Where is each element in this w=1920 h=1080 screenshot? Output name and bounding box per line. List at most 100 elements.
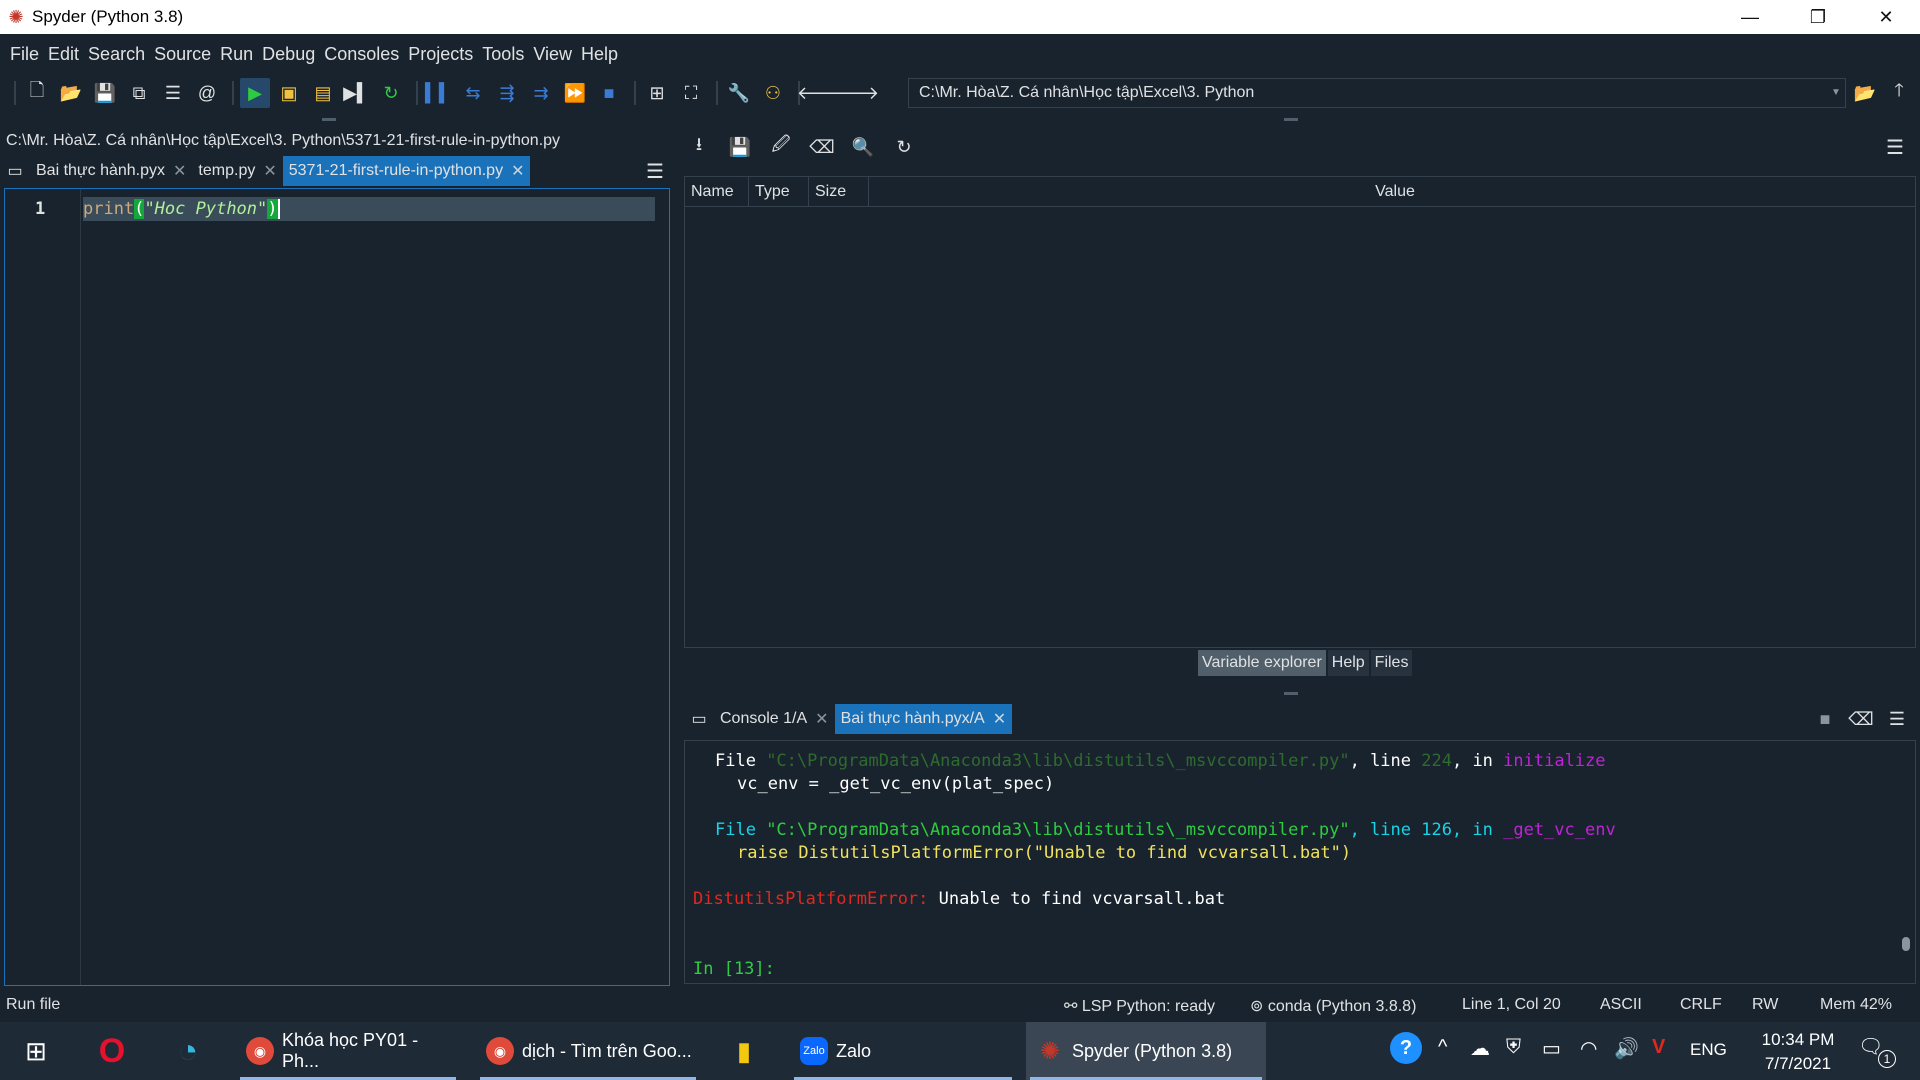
working-directory-input[interactable]: C:\Mr. Hòa\Z. Cá nhân\Học tập\Excel\3. P… (908, 78, 1846, 108)
unikey-icon[interactable]: V (1652, 1036, 1665, 1059)
chrome-icon: ◉ (246, 1037, 274, 1065)
close-icon[interactable]: ✕ (993, 709, 1006, 729)
column-name[interactable]: Name (685, 177, 749, 207)
battery-icon[interactable]: ▭ (1542, 1036, 1561, 1061)
open-file-icon[interactable]: 📂 (56, 78, 86, 108)
python-path-icon[interactable]: ⚇ (758, 78, 788, 108)
run-cell-icon[interactable]: ▣ (274, 78, 304, 108)
edge-icon[interactable]: ◔ (162, 1028, 214, 1074)
ipython-console[interactable]: File "C:\ProgramData\Anaconda3\lib\distu… (684, 740, 1916, 984)
opera-icon[interactable]: O (86, 1028, 138, 1074)
debug-step-into-icon[interactable]: ⇶ (492, 78, 522, 108)
debug-continue-icon[interactable]: ⏩ (560, 78, 590, 108)
minimize-button[interactable]: — (1716, 0, 1784, 34)
tab-temp[interactable]: temp.py ✕ (192, 156, 283, 186)
variable-explorer-options-icon[interactable]: ☰ (1880, 132, 1910, 162)
menu-view[interactable]: View (529, 44, 576, 65)
console-line: vc_env = _get_vc_env(plat_spec) (737, 774, 1055, 794)
menu-edit[interactable]: Edit (44, 44, 83, 65)
run-icon[interactable]: ▶ (240, 78, 270, 108)
tab-variable-explorer[interactable]: Variable explorer (1198, 650, 1326, 676)
power-bi-icon[interactable]: ▮ (718, 1028, 770, 1074)
tab-console-1a[interactable]: Console 1/A ✕ (714, 704, 835, 734)
debug-step-return-icon[interactable]: ⇉ (526, 78, 556, 108)
maximize-pane-icon[interactable]: ⊞ (642, 78, 672, 108)
menu-consoles[interactable]: Consoles (320, 44, 403, 65)
tab-console-bai-thuc-hanh[interactable]: Bai thực hành.pyx/A ✕ (834, 704, 1013, 734)
save-all-icon[interactable]: ⧉ (124, 78, 154, 108)
splitter-handle[interactable] (1284, 118, 1298, 121)
volume-icon[interactable]: 🔊 (1614, 1036, 1639, 1061)
stop-kernel-icon[interactable]: ■ (1810, 704, 1840, 734)
debug-stop-icon[interactable]: ■ (594, 78, 624, 108)
close-icon[interactable]: ✕ (511, 161, 524, 181)
run-selection-icon[interactable]: ▶▍ (342, 78, 372, 108)
column-size[interactable]: Size (809, 177, 869, 207)
tab-bai-thuc-hanh[interactable]: Bai thực hành.pyx ✕ (30, 156, 193, 186)
column-value[interactable]: Value (869, 177, 1915, 207)
code-editor[interactable]: 1 print("Hoc Python") (4, 188, 670, 986)
new-file-icon[interactable]: 🗋 (22, 78, 52, 108)
editor-options-menu-icon[interactable]: ☰ (640, 156, 670, 186)
wifi-icon[interactable]: ◠ (1580, 1036, 1597, 1061)
browse-folder-icon[interactable]: 📂 (1850, 78, 1880, 108)
search-icon[interactable]: 🔍 (848, 132, 878, 162)
run-cell-advance-icon[interactable]: ▤ (308, 78, 338, 108)
chevron-up-icon[interactable]: ^ (1438, 1036, 1447, 1059)
import-data-icon[interactable]: ⭳ (684, 132, 714, 162)
menu-search[interactable]: Search (84, 44, 149, 65)
parent-directory-icon[interactable]: 🡑 (1884, 78, 1914, 108)
save-data-icon[interactable]: 💾 (725, 132, 755, 162)
rerun-icon[interactable]: ↻ (376, 78, 406, 108)
fullscreen-icon[interactable]: ⛶ (676, 78, 706, 108)
menu-debug[interactable]: Debug (258, 44, 319, 65)
debug-step-icon[interactable]: ⇆ (458, 78, 488, 108)
save-icon[interactable]: 💾 (90, 78, 120, 108)
menu-projects[interactable]: Projects (404, 44, 477, 65)
help-icon[interactable]: ? (1390, 1032, 1422, 1064)
system-clock[interactable]: 10:34 PM 7/7/2021 (1748, 1028, 1848, 1076)
security-icon[interactable]: ⛨ (1506, 1036, 1521, 1059)
taskbar-app-chrome-course[interactable]: ◉ Khóa học PY01 - Ph... (236, 1022, 460, 1080)
taskbar-app-zalo[interactable]: Zalo Zalo (790, 1022, 1016, 1080)
console-options-icon[interactable]: ☰ (1882, 704, 1912, 734)
menu-source[interactable]: Source (150, 44, 215, 65)
clear-console-icon[interactable]: ⌫ (1846, 704, 1876, 734)
forward-arrow-icon[interactable]: 🡒 (831, 78, 879, 108)
tab-help[interactable]: Help (1327, 650, 1369, 676)
console-scrollbar[interactable] (1901, 747, 1911, 979)
save-data-as-icon[interactable]: 🖉 (766, 132, 796, 162)
refresh-icon[interactable]: ↻ (889, 132, 919, 162)
column-type[interactable]: Type (749, 177, 809, 207)
variable-table[interactable]: Name Type Size Value (684, 176, 1916, 648)
close-icon[interactable]: ✕ (263, 161, 276, 181)
close-icon[interactable]: ✕ (815, 709, 828, 729)
chevron-down-icon[interactable]: ▼ (1826, 78, 1846, 108)
menu-help[interactable]: Help (577, 44, 622, 65)
close-icon[interactable]: ✕ (173, 161, 186, 181)
preferences-wrench-icon[interactable]: 🔧 (724, 78, 754, 108)
debug-icon[interactable]: ▍▍ (424, 78, 454, 108)
splitter-handle[interactable] (322, 118, 336, 121)
menu-file[interactable]: File (6, 44, 43, 65)
browse-tabs-icon[interactable]: ▭ (0, 156, 30, 186)
at-icon[interactable]: @ (192, 78, 222, 108)
splitter-handle[interactable] (1284, 692, 1298, 695)
browse-tabs-icon[interactable]: ▭ (684, 704, 714, 734)
close-button[interactable]: ✕ (1852, 0, 1920, 34)
menu-tools[interactable]: Tools (478, 44, 528, 65)
input-language[interactable]: ENG (1690, 1040, 1727, 1060)
code-line[interactable]: print("Hoc Python") (83, 199, 280, 219)
outline-icon[interactable]: ☰ (158, 78, 188, 108)
onedrive-cloud-icon[interactable]: ☁ (1470, 1036, 1490, 1061)
conda-env-status[interactable]: ⊚ conda (Python 3.8.8) (1250, 996, 1416, 1016)
tab-first-rule[interactable]: 5371-21-first-rule-in-python.py ✕ (282, 156, 531, 186)
scrollbar-thumb[interactable] (1902, 937, 1910, 951)
restore-button[interactable]: ❐ (1784, 0, 1852, 34)
taskbar-app-spyder[interactable]: ✺ Spyder (Python 3.8) (1026, 1022, 1266, 1080)
menu-run[interactable]: Run (216, 44, 257, 65)
taskbar-app-chrome-translate[interactable]: ◉ dịch - Tìm trên Goo... (476, 1022, 700, 1080)
windows-start-icon[interactable]: ⊞ (10, 1028, 62, 1074)
tab-files[interactable]: Files (1370, 650, 1413, 676)
eraser-icon[interactable]: ⌫ (807, 132, 837, 162)
